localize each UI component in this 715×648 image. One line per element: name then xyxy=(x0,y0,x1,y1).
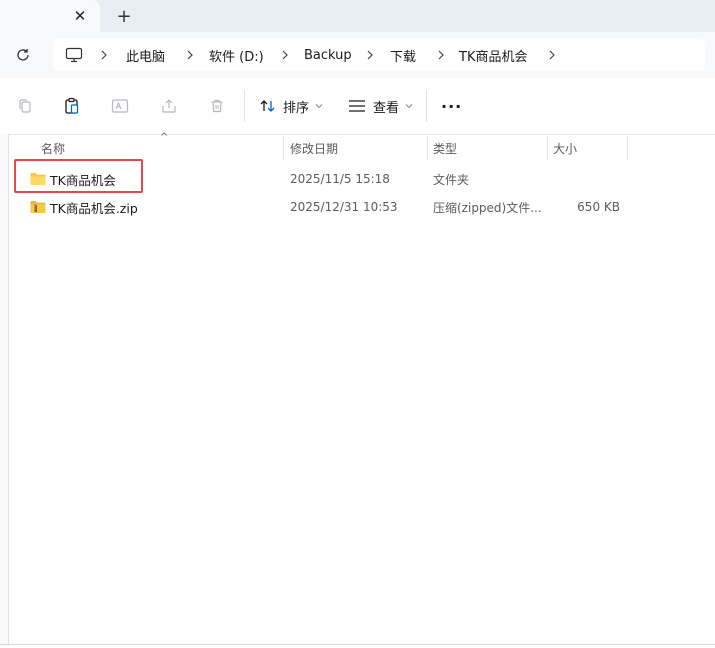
tab-current[interactable]: ✕ xyxy=(0,0,100,32)
breadcrumb-this-pc[interactable]: 此电脑 xyxy=(126,39,165,71)
breadcrumb-backup[interactable]: Backup xyxy=(304,39,352,71)
file-type: 压缩(zipped)文件... xyxy=(433,200,542,215)
view-label: 查看 xyxy=(373,100,400,116)
zip-folder-icon xyxy=(30,201,46,213)
file-size xyxy=(553,165,620,193)
file-name: TK商品机会.zip xyxy=(50,200,138,216)
sort-ascending-icon: ^ xyxy=(160,132,169,143)
copy-icon[interactable] xyxy=(14,95,36,117)
file-size: 650 KB xyxy=(577,200,620,214)
chevron-right-icon[interactable] xyxy=(186,39,194,71)
command-bar: 排序 查看 ··· xyxy=(0,78,715,135)
status-divider xyxy=(0,644,715,645)
sort-icon xyxy=(260,100,275,112)
sort-label: 排序 xyxy=(283,100,310,116)
column-divider[interactable] xyxy=(427,136,428,160)
column-header-size[interactable]: 大小 xyxy=(553,134,577,162)
rename-icon[interactable] xyxy=(109,95,131,117)
sort-button[interactable]: 排序 xyxy=(259,92,324,120)
view-icon xyxy=(349,100,365,112)
view-button[interactable]: 查看 xyxy=(348,92,414,120)
highlight-box xyxy=(14,159,143,193)
column-header-modified[interactable]: 修改日期 xyxy=(290,134,338,162)
file-type: 文件夹 xyxy=(433,172,470,187)
column-header-type[interactable]: 类型 xyxy=(433,134,457,162)
chevron-right-icon[interactable] xyxy=(437,39,445,71)
breadcrumb-current[interactable]: TK商品机会 xyxy=(459,39,527,71)
refresh-icon[interactable] xyxy=(12,44,34,66)
chevron-down-icon xyxy=(405,104,413,109)
column-divider[interactable] xyxy=(547,136,548,160)
file-modified: 2025/12/31 10:53 xyxy=(290,200,398,214)
toolbar-divider xyxy=(244,90,245,122)
file-modified: 2025/11/5 15:18 xyxy=(290,172,390,186)
more-options-button[interactable]: ··· xyxy=(441,92,462,120)
file-row[interactable]: TK商品机会.zip 2025/12/31 10:53 压缩(zipped)文件… xyxy=(8,193,715,221)
column-header-name[interactable]: 名称 xyxy=(41,134,65,162)
toolbar-divider xyxy=(426,90,427,122)
chevron-right-icon[interactable] xyxy=(281,39,289,71)
column-header-row: ^ 名称 修改日期 类型 大小 xyxy=(8,132,715,162)
close-tab-icon[interactable]: ✕ xyxy=(70,6,90,26)
breadcrumb-downloads[interactable]: 下载 xyxy=(390,39,416,71)
new-tab-icon[interactable]: + xyxy=(113,5,135,27)
this-pc-icon[interactable] xyxy=(65,39,83,71)
chevron-right-icon[interactable] xyxy=(100,39,108,71)
tab-strip: ✕ + xyxy=(0,0,715,32)
column-divider[interactable] xyxy=(627,136,628,160)
breadcrumb-drive-d[interactable]: 软件 (D:) xyxy=(209,39,264,71)
chevron-right-icon[interactable] xyxy=(366,39,374,71)
address-bar-row: 此电脑 软件 (D:) Backup 下载 TK商品机会 xyxy=(0,32,715,78)
address-bar[interactable]: 此电脑 软件 (D:) Backup 下载 TK商品机会 xyxy=(53,39,705,71)
chevron-right-icon[interactable] xyxy=(548,39,556,71)
share-icon[interactable] xyxy=(158,95,180,117)
column-divider[interactable] xyxy=(283,136,284,160)
delete-icon[interactable] xyxy=(206,95,228,117)
paste-icon[interactable] xyxy=(61,95,83,117)
chevron-down-icon xyxy=(315,104,323,109)
